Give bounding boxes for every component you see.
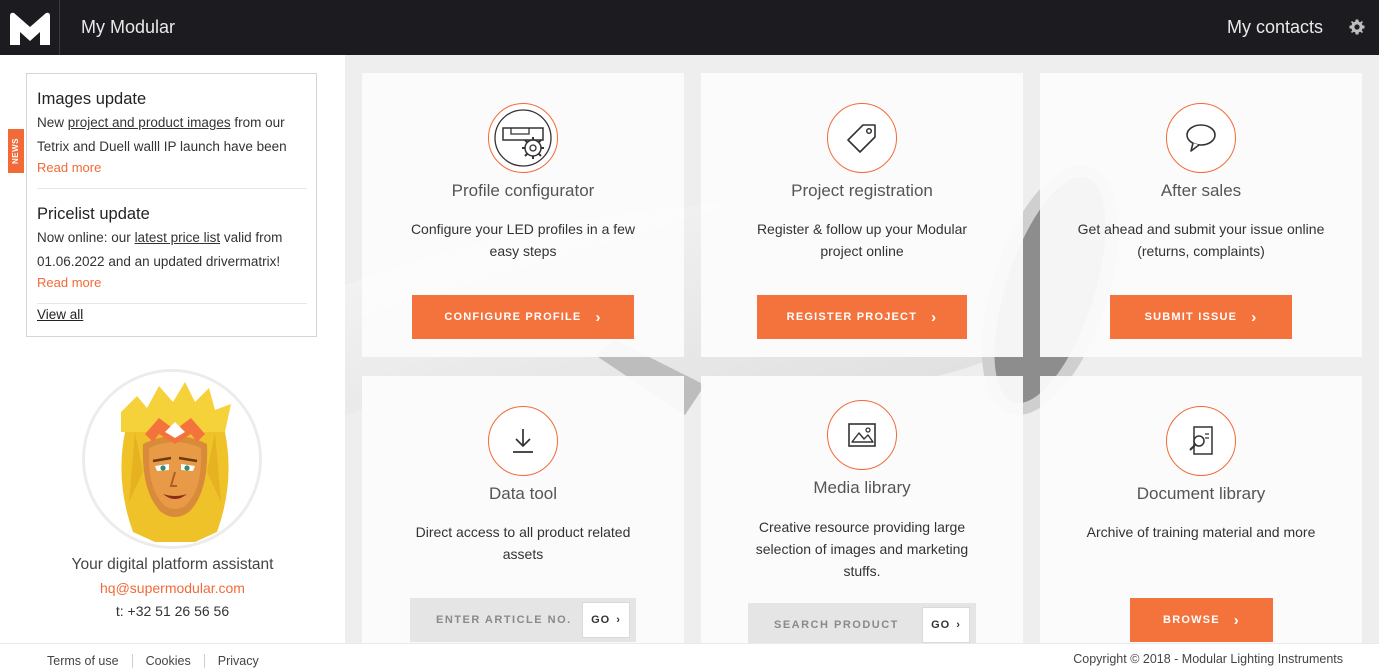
profile-gear-icon	[488, 103, 558, 173]
card-title[interactable]: Document library	[1040, 484, 1362, 504]
divider	[37, 303, 307, 304]
assistant-phone: t: +32 51 26 56 56	[115, 603, 230, 619]
gear-icon[interactable]	[1349, 19, 1365, 35]
chevron-right-icon: ›	[1251, 308, 1258, 326]
read-more-link[interactable]: Read more	[37, 275, 307, 290]
news-panel: Images update New project and product im…	[26, 73, 317, 337]
news-item: Pricelist update Now online: our latest …	[37, 205, 307, 290]
tag-icon	[827, 103, 897, 173]
chevron-right-icon: ›	[931, 308, 938, 326]
news-item: Images update New project and product im…	[37, 90, 307, 175]
card-media-library: Media library Creative resource providin…	[701, 376, 1023, 643]
news-title[interactable]: Pricelist update	[37, 205, 307, 224]
go-button[interactable]: GO ›	[922, 607, 970, 643]
assistant-avatar	[82, 369, 262, 549]
divider	[37, 188, 307, 189]
article-search-bar: GO ›	[410, 598, 636, 642]
news-tab-label: NEWS	[8, 129, 24, 173]
card-title[interactable]: Media library	[701, 478, 1023, 498]
assistant-character-illustration	[85, 372, 259, 546]
top-navigation-bar: My Modular My contacts	[0, 0, 1379, 55]
card-description: Creative resource providing large select…	[755, 519, 969, 579]
button-label: BROWSE	[1163, 614, 1220, 626]
card-data-tool: Data tool Direct access to all product r…	[362, 376, 684, 643]
card-document-library: Document library Archive of training mat…	[1040, 376, 1362, 643]
speech-bubble-icon	[1166, 103, 1236, 173]
assistant-email-link[interactable]: hq@supermodular.com	[0, 580, 345, 596]
card-description: Archive of training material and more	[1086, 524, 1316, 540]
card-description: Configure your LED profiles in a few eas…	[410, 221, 636, 259]
go-label: GO	[591, 614, 611, 626]
card-title[interactable]: Profile configurator	[362, 181, 684, 201]
card-title[interactable]: Project registration	[701, 181, 1023, 201]
card-title[interactable]: After sales	[1040, 181, 1362, 201]
news-link[interactable]: project and product images	[68, 115, 231, 130]
card-after-sales: After sales Get ahead and submit your is…	[1040, 73, 1362, 357]
copyright-text: Copyright © 2018 - Modular Lighting Inst…	[1073, 652, 1343, 666]
news-title[interactable]: Images update	[37, 90, 307, 109]
app-title[interactable]: My Modular	[81, 17, 175, 38]
chevron-right-icon: ›	[1233, 611, 1240, 629]
card-description: Get ahead and submit your issue online (…	[1077, 221, 1325, 259]
card-title[interactable]: Data tool	[362, 484, 684, 504]
card-description: Direct access to all product related ass…	[415, 524, 631, 562]
image-icon	[827, 400, 897, 470]
go-label: GO	[931, 619, 951, 631]
terms-of-use-link[interactable]: Terms of use	[34, 654, 132, 668]
button-label: CONFIGURE PROFILE	[444, 311, 582, 323]
card-description: Register & follow up your Modular projec…	[756, 221, 968, 259]
main-dashboard: Profile configurator Configure your LED …	[345, 55, 1379, 643]
assistant-label: Your digital platform assistant	[71, 556, 274, 573]
chevron-right-icon: ›	[616, 614, 621, 626]
button-label: REGISTER PROJECT	[786, 311, 918, 323]
register-project-button[interactable]: REGISTER PROJECT ›	[757, 295, 967, 339]
footer: Terms of use Cookies Privacy Copyright ©…	[0, 643, 1379, 670]
modular-logo[interactable]	[0, 0, 60, 55]
footer-links: Terms of use Cookies Privacy	[34, 654, 272, 668]
my-contacts-link[interactable]: My contacts	[1227, 17, 1323, 38]
news-text: New project and product images from our …	[37, 115, 287, 154]
document-search-icon	[1166, 406, 1236, 476]
read-more-link[interactable]: Read more	[37, 160, 307, 175]
submit-issue-button[interactable]: SUBMIT ISSUE ›	[1110, 295, 1292, 339]
download-icon	[488, 406, 558, 476]
modular-m-logo-icon	[9, 12, 50, 45]
card-project-registration: Project registration Register & follow u…	[701, 73, 1023, 357]
chevron-right-icon: ›	[595, 308, 602, 326]
privacy-link[interactable]: Privacy	[203, 654, 272, 668]
left-sidebar: NEWS Images update New project and produ…	[0, 55, 345, 643]
view-all-link[interactable]: View all	[37, 307, 83, 322]
card-profile-configurator: Profile configurator Configure your LED …	[362, 73, 684, 357]
button-label: SUBMIT ISSUE	[1144, 311, 1238, 323]
chevron-right-icon: ›	[956, 619, 961, 631]
browse-button[interactable]: BROWSE ›	[1130, 598, 1273, 642]
product-search-bar: GO ›	[748, 603, 976, 643]
news-text: Now online: our latest price list valid …	[37, 230, 283, 269]
news-link[interactable]: latest price list	[135, 230, 221, 245]
configure-profile-button[interactable]: CONFIGURE PROFILE ›	[412, 295, 634, 339]
go-button[interactable]: GO ›	[582, 602, 630, 638]
cookies-link[interactable]: Cookies	[131, 654, 204, 668]
